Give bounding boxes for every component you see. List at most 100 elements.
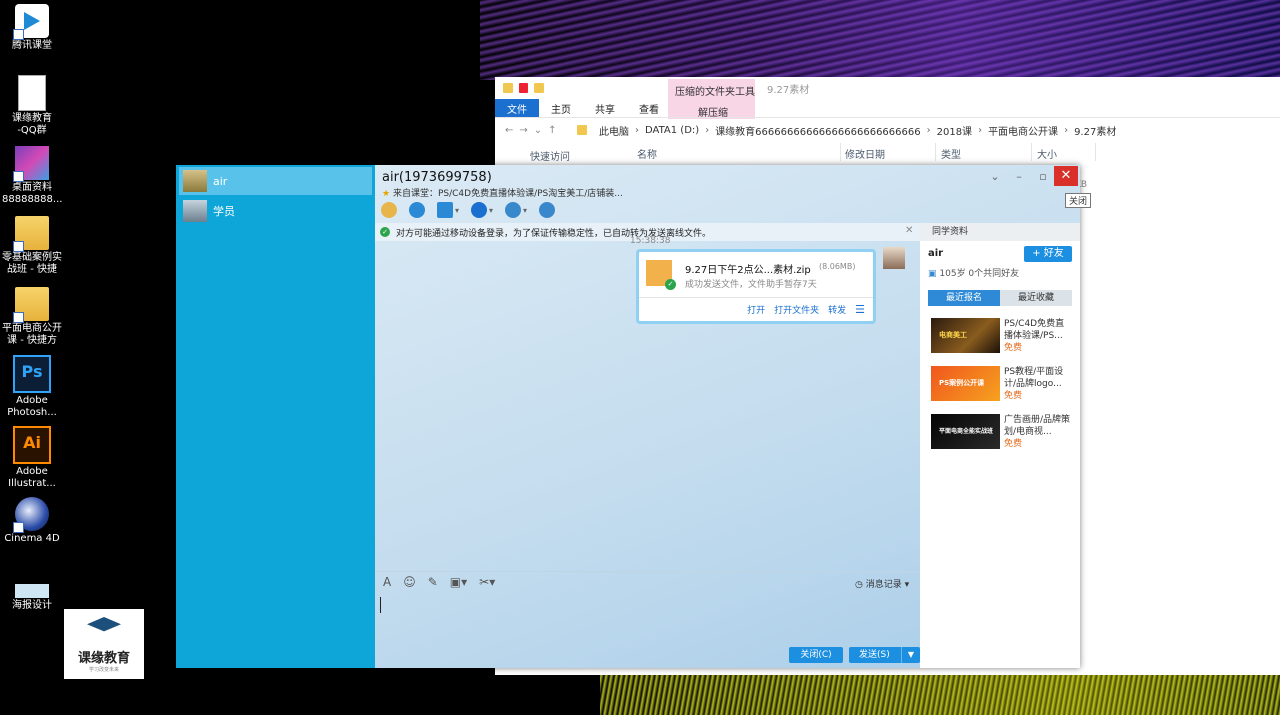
nav-buttons[interactable]: ←→⌄↑ <box>495 125 577 136</box>
block-user-icon[interactable] <box>505 202 522 218</box>
desktop-icon-label: 海报设计 <box>12 600 52 611</box>
course-title: PS教程/平面设计/品牌logo... <box>1004 367 1064 389</box>
desktop-icon-label: Cinema 4D <box>4 533 60 544</box>
add-friend-button[interactable]: + 好友 <box>1024 246 1072 262</box>
text-input[interactable] <box>380 597 381 613</box>
folder-icon <box>13 287 49 323</box>
desktop-icon-desk-files[interactable]: 桌面资料 88888888... <box>2 146 62 206</box>
open-folder-link[interactable]: 打开文件夹 <box>774 303 819 316</box>
minimize-button[interactable]: – <box>1009 168 1029 186</box>
forward-link[interactable]: 转发 <box>828 303 846 316</box>
address-bar[interactable]: ←→⌄↑ 此电脑 › DATA1 (D:) › 课缘教育66666666666666… <box>495 117 1280 142</box>
desktop-icon-cinema4d[interactable]: Cinema 4D <box>2 497 62 545</box>
extract-tab[interactable]: 解压缩 <box>668 98 755 119</box>
breadcrumb-item[interactable]: 2018课 <box>931 123 978 138</box>
package-icon <box>13 146 49 182</box>
breadcrumb-item[interactable]: 此电脑 <box>593 123 635 138</box>
contact-item-air[interactable]: air <box>179 167 372 195</box>
file-actions: 打开 打开文件夹 转发 ☰ <box>747 303 865 316</box>
add-user-icon[interactable] <box>539 202 556 218</box>
send-file-icon[interactable] <box>437 202 453 218</box>
zip-file-icon: ✓ <box>646 260 676 290</box>
new-folder-icon[interactable] <box>534 83 544 93</box>
qq-chat-window: air 学员 air(1973699758) ★ 来自课堂：PS/C4D免费直播… <box>176 165 1080 668</box>
desktop-icon-poster-design[interactable]: 海报设计 <box>2 584 62 612</box>
tab-share[interactable]: 共享 <box>583 99 627 117</box>
desktop-icon-qq-group[interactable]: 课缘教育 -QQ群 <box>2 75 62 137</box>
file-message-card[interactable]: ✓ 9.27日下午2点公...素材.zip (8.06MB) 成功发送文件，文件… <box>636 249 876 324</box>
desktop-icon-tencent-classroom[interactable]: 腾讯课堂 <box>2 4 62 52</box>
course-price: 免费 <box>1004 343 1023 353</box>
send-options-dropdown[interactable]: ▼ <box>901 647 920 663</box>
remote-desktop-icon[interactable] <box>471 202 488 218</box>
image-icon[interactable]: ▣▾ <box>450 575 467 589</box>
course-title: 广告画册/品牌策划/电商视... <box>1004 415 1071 437</box>
tab-home[interactable]: 主页 <box>539 99 583 117</box>
emoji-icon[interactable]: ☺ <box>403 575 416 589</box>
edit-icon[interactable]: ✎ <box>428 575 438 589</box>
video-call-icon[interactable] <box>409 202 425 218</box>
desktop-icon-basic-course[interactable]: 零基础案例实 战班 - 快捷 <box>2 216 62 276</box>
desktop-icon-label: 腾讯课堂 <box>12 40 52 51</box>
desktop-icon-ecommerce-course[interactable]: 平面电商公开 课 - 快捷方 <box>2 287 62 347</box>
font-icon[interactable]: A <box>383 575 391 589</box>
logo-subtext: 学习改变未来 <box>88 667 119 673</box>
microphone-icon[interactable] <box>381 202 397 218</box>
course-item[interactable]: 电商美工 PS/C4D免费直播体验课/PS... 免费 <box>931 318 1071 358</box>
contact-item-student[interactable]: 学员 <box>179 197 372 225</box>
desktop-icon-illustrator[interactable]: Ai Adobe Illustrat... <box>2 426 62 490</box>
breadcrumb-item[interactable]: DATA1 (D:) <box>639 125 705 136</box>
desktop-wallpaper-top <box>480 0 1280 80</box>
avatar[interactable] <box>883 247 905 269</box>
course-thumbnail: 平面电商全能实战班 <box>931 414 1000 449</box>
column-size[interactable]: 大小 <box>1037 146 1057 161</box>
clock-icon: ◷ <box>855 580 863 590</box>
graduation-cap-icon <box>87 617 121 632</box>
file-size: (8.06MB) <box>819 262 856 271</box>
tab-file[interactable]: 文件 <box>495 99 539 117</box>
properties-icon[interactable] <box>519 83 528 93</box>
avatar <box>183 200 207 222</box>
folder-icon <box>13 216 49 252</box>
screenshot-icon[interactable]: ✂▾ <box>479 575 495 589</box>
breadcrumb-item[interactable]: 平面电商公开课 <box>982 123 1064 138</box>
brand-logo: 课缘教育 学习改变未来 <box>64 609 144 679</box>
close-chat-button[interactable]: 关闭(C) <box>789 647 843 663</box>
menu-icon[interactable]: ☰ <box>855 303 865 316</box>
desktop-icon-label: Adobe Illustrat... <box>8 466 56 489</box>
column-headers: 快速访问 名称 修改日期 类型 大小 <box>495 141 1280 163</box>
column-name[interactable]: 名称 <box>637 146 657 161</box>
check-icon: ✓ <box>665 279 676 290</box>
message-history-button[interactable]: ◷ 消息记录 ▾ <box>855 577 909 590</box>
file-name: 9.27日下午2点公...素材.zip <box>685 265 811 276</box>
open-file-link[interactable]: 打开 <box>747 303 765 316</box>
tab-recent-favorites[interactable]: 最近收藏 <box>1000 290 1072 306</box>
course-title: PS/C4D免费直播体验课/PS... <box>1004 319 1065 341</box>
close-window-button[interactable]: ✕ <box>1054 166 1078 186</box>
course-item[interactable]: PS案例公开课 PS教程/平面设计/品牌logo... 免费 <box>931 366 1071 406</box>
tab-view[interactable]: 查看 <box>627 99 671 117</box>
input-toolbar: A ☺ ✎ ▣▾ ✂▾ <box>383 575 495 589</box>
desktop-icon-photoshop[interactable]: Ps Adobe Photosh... <box>2 355 62 419</box>
chat-title[interactable]: air(1973699758) <box>382 170 492 185</box>
close-notice-icon[interactable]: ✕ <box>905 225 913 236</box>
course-item[interactable]: 平面电商全能实战班 广告画册/品牌策划/电商视... 免费 <box>931 414 1071 454</box>
column-type[interactable]: 类型 <box>941 146 961 161</box>
quick-access-label[interactable]: 快速访问 <box>530 148 570 163</box>
cinema4d-icon <box>13 497 49 533</box>
tab-recent-enrolled[interactable]: 最近报名 <box>928 290 1000 306</box>
send-button[interactable]: 发送(S) ▼ <box>849 647 920 663</box>
folder-icon[interactable] <box>503 83 513 93</box>
breadcrumb-item[interactable]: 9.27素材 <box>1068 123 1122 138</box>
document-icon <box>18 75 46 111</box>
ribbon-context-tab[interactable]: 压缩的文件夹工具 解压缩 <box>668 79 755 119</box>
logo-text: 课缘教育 <box>77 651 130 666</box>
chat-source: ★ 来自课堂：PS/C4D免费直播体验课/PS淘宝美工/店铺装... <box>382 189 623 199</box>
breadcrumb-item[interactable]: 课缘教育66666666666666666666666666 <box>709 123 926 138</box>
folder-icon <box>577 125 587 135</box>
column-date[interactable]: 修改日期 <box>845 146 885 161</box>
desktop-icon-label: Adobe Photosh... <box>7 395 57 418</box>
dropdown-menu-icon[interactable]: ⌄ <box>985 168 1005 186</box>
chat-toolbar: ▾ ▾ ▾ <box>381 202 556 218</box>
maximize-button[interactable]: ▫ <box>1033 168 1053 186</box>
